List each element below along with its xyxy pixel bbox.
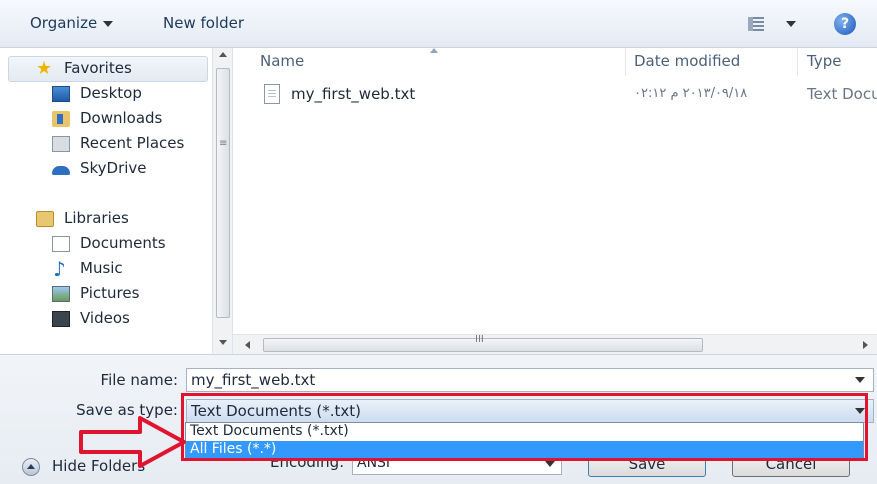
view-list-icon xyxy=(748,17,764,31)
nav-item-label: SkyDrive xyxy=(80,159,147,177)
nav-item-label: Music xyxy=(80,259,123,277)
organize-button[interactable]: Organize xyxy=(30,14,114,32)
red-arrow-icon xyxy=(79,416,186,468)
nav-item-label: Recent Places xyxy=(80,134,185,152)
nav-item-label: Documents xyxy=(80,234,166,252)
collapse-icon xyxy=(22,458,40,476)
new-folder-button[interactable]: New folder xyxy=(163,14,244,32)
nav-item-label: Desktop xyxy=(80,84,142,102)
pictures-icon xyxy=(52,286,70,302)
grip-icon: ≡ xyxy=(219,138,228,149)
organize-label: Organize xyxy=(30,14,98,32)
desktop-icon xyxy=(52,86,70,102)
toolbar: Organize New folder ? xyxy=(0,0,877,48)
table-row[interactable]: my_first_web.txt ٢٠١٣/٠٩/١٨ م ٠٢:١٢ Text… xyxy=(261,84,877,108)
column-header-type[interactable]: Type xyxy=(807,52,841,78)
nav-item-label: Downloads xyxy=(80,109,163,127)
file-type: Text Docu xyxy=(807,85,877,103)
scroll-left-icon[interactable] xyxy=(245,341,250,349)
navigation-pane: ★ Favorites Desktop Downloads Recent Pla… xyxy=(0,48,233,354)
music-icon xyxy=(52,257,70,281)
file-date: ٢٠١٣/٠٩/١٨ م ٠٢:١٢ xyxy=(634,86,748,101)
documents-icon xyxy=(52,236,70,252)
scroll-down-icon[interactable] xyxy=(219,340,227,345)
chevron-down-icon[interactable] xyxy=(545,461,555,467)
column-header-name[interactable]: Name xyxy=(260,52,304,78)
view-options-button[interactable] xyxy=(748,16,798,34)
nav-libraries-label: Libraries xyxy=(64,209,129,227)
nav-item-label: Pictures xyxy=(80,284,140,302)
help-icon[interactable]: ? xyxy=(834,13,856,35)
videos-icon xyxy=(52,311,70,327)
chevron-down-icon[interactable] xyxy=(855,377,865,383)
nav-favorites-label: Favorites xyxy=(64,59,132,77)
nav-item-label: Videos xyxy=(80,309,130,327)
text-file-icon xyxy=(264,84,280,104)
file-list-pane: Name Date modified Type my_first_web.txt… xyxy=(233,48,877,354)
nav-scrollbar[interactable]: ≡ xyxy=(212,48,232,354)
file-name: my_first_web.txt xyxy=(291,85,416,103)
file-name-label: File name: xyxy=(100,371,178,389)
scrollbar-thumb[interactable] xyxy=(216,68,230,318)
scroll-right-icon[interactable] xyxy=(863,341,868,349)
file-name-input[interactable]: my_first_web.txt xyxy=(186,368,874,392)
sort-ascending-icon xyxy=(430,48,438,53)
libraries-icon xyxy=(36,211,54,227)
highlight-box xyxy=(181,393,868,461)
column-separator[interactable] xyxy=(625,48,626,76)
chevron-down-icon xyxy=(103,20,114,27)
star-icon: ★ xyxy=(36,58,53,79)
file-name-value: my_first_web.txt xyxy=(191,371,316,389)
scroll-up-icon[interactable] xyxy=(219,52,227,57)
horizontal-scrollbar[interactable]: III xyxy=(233,334,877,354)
grip-icon: III xyxy=(475,334,484,345)
chevron-down-icon xyxy=(786,21,796,27)
downloads-icon xyxy=(52,111,70,127)
skydrive-icon xyxy=(52,161,70,177)
column-separator[interactable] xyxy=(797,48,798,76)
recent-places-icon xyxy=(52,136,70,152)
column-header-date-modified[interactable]: Date modified xyxy=(634,52,740,78)
